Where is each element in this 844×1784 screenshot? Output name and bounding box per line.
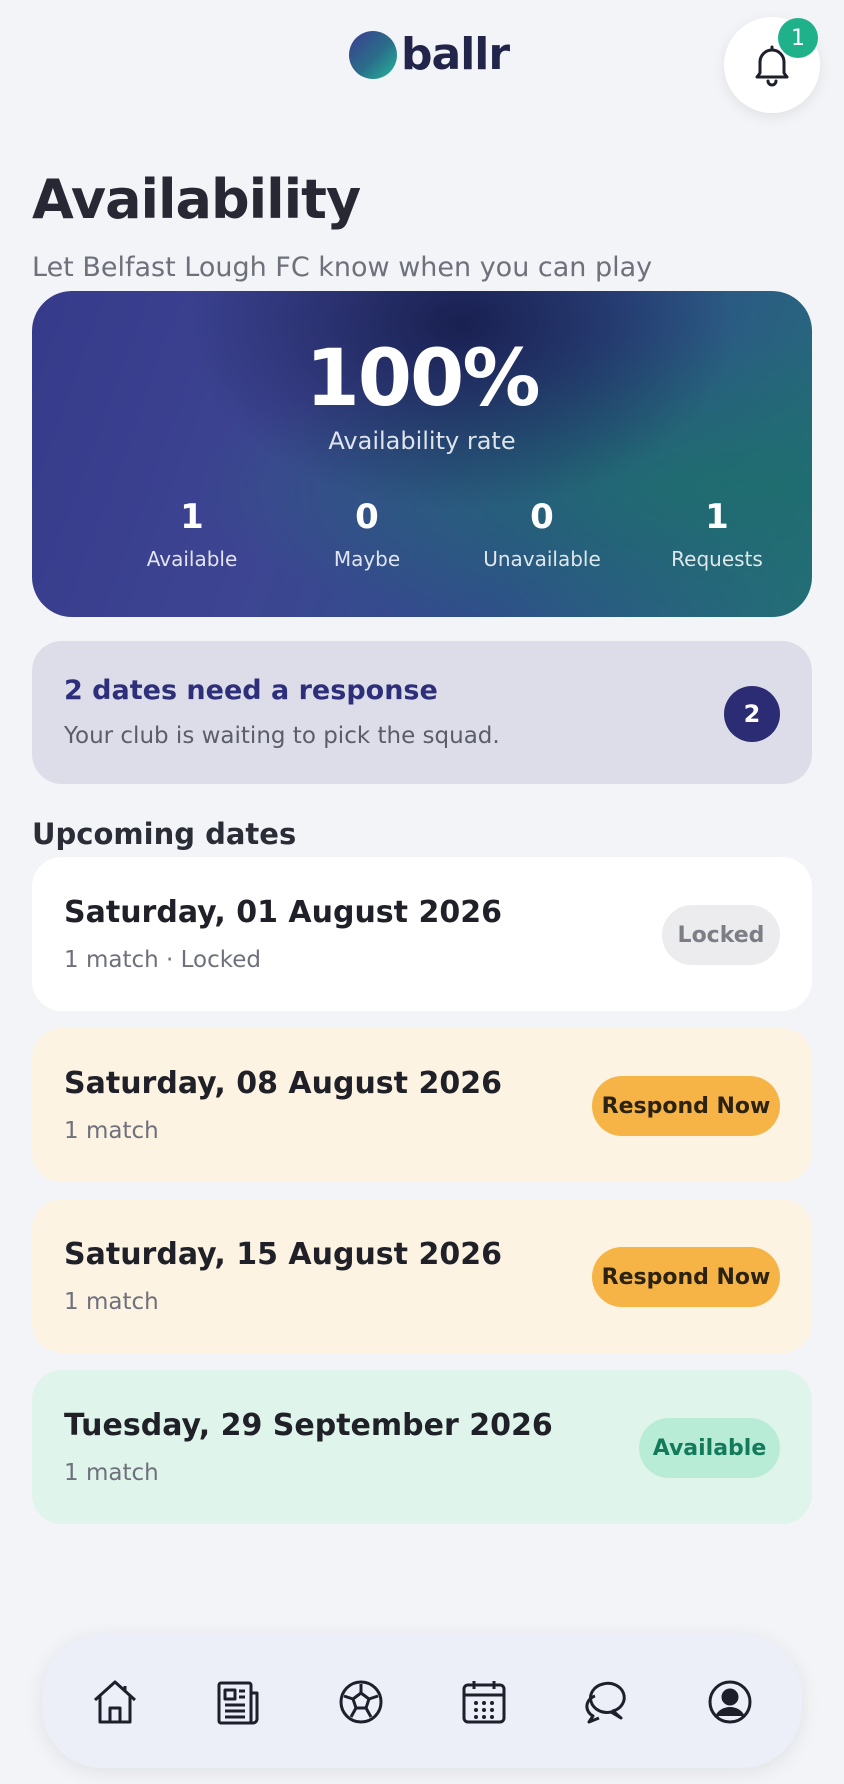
date-title: Saturday, 15 August 2026	[64, 1237, 502, 1272]
date-card-respond[interactable]: Saturday, 15 August 2026 1 match Respond…	[32, 1199, 812, 1353]
needs-response-subtitle: Your club is waiting to pick the squad.	[64, 723, 500, 749]
needs-response-card[interactable]: 2 dates need a response Your club is wai…	[32, 641, 812, 784]
stat-label: Requests	[671, 547, 763, 571]
nav-profile[interactable]	[700, 1672, 760, 1732]
stat-label: Maybe	[333, 547, 401, 571]
availability-rate-value: 100%	[305, 334, 541, 424]
nav-news[interactable]	[208, 1672, 268, 1732]
stat-label: Unavailable	[483, 547, 601, 571]
date-subtitle: 1 match	[64, 1460, 159, 1486]
ballr-logo[interactable]: ballr	[349, 29, 510, 80]
calendar-icon	[462, 1681, 506, 1724]
home-icon	[93, 1680, 137, 1724]
stat-available: 1 Available	[102, 497, 282, 571]
stat-maybe: 0 Maybe	[277, 497, 457, 571]
nav-calendar[interactable]	[454, 1672, 514, 1732]
stat-unavailable: 0 Unavailable	[452, 497, 632, 571]
stat-label: Available	[146, 547, 238, 571]
date-subtitle: 1 match	[64, 1289, 159, 1315]
date-card-respond[interactable]: Saturday, 08 August 2026 1 match Respond…	[32, 1028, 812, 1182]
stat-value: 1	[180, 497, 204, 537]
date-card-available[interactable]: Tuesday, 29 September 2026 1 match Avail…	[32, 1370, 812, 1524]
logo-mark-icon	[349, 31, 397, 79]
stat-value: 0	[530, 497, 554, 537]
status-badge-available: Available	[639, 1418, 780, 1478]
page-title: Availability	[32, 168, 361, 231]
bottom-navigation	[42, 1634, 802, 1768]
date-card-locked[interactable]: Saturday, 01 August 2026 1 match · Locke…	[32, 857, 812, 1011]
upcoming-dates-heading: Upcoming dates	[32, 817, 297, 851]
needs-response-count-badge: 2	[724, 686, 780, 742]
respond-now-button[interactable]: Respond Now	[592, 1247, 780, 1307]
football-icon	[339, 1680, 383, 1724]
stat-requests: 1 Requests	[627, 497, 807, 571]
status-badge-locked: Locked	[662, 905, 780, 965]
stat-value: 1	[705, 497, 729, 537]
news-icon	[217, 1681, 259, 1725]
profile-icon	[708, 1680, 752, 1724]
nav-matches[interactable]	[331, 1672, 391, 1732]
chat-icon	[585, 1681, 626, 1724]
page-subtitle: Let Belfast Lough FC know when you can p…	[32, 252, 653, 283]
app-header: ballr 1	[0, 0, 844, 120]
availability-rate-label: Availability rate	[328, 427, 516, 455]
needs-response-title: 2 dates need a response	[64, 675, 438, 706]
logo-text: ballr	[401, 29, 510, 80]
availability-stats-card: 100% Availability rate 1 Available 0 May…	[32, 291, 812, 617]
nav-home[interactable]	[85, 1672, 145, 1732]
nav-chat[interactable]	[577, 1672, 637, 1732]
date-title: Saturday, 01 August 2026	[64, 895, 502, 930]
date-title: Saturday, 08 August 2026	[64, 1066, 502, 1101]
date-subtitle: 1 match	[64, 1118, 159, 1144]
date-title: Tuesday, 29 September 2026	[64, 1408, 553, 1443]
respond-now-button[interactable]: Respond Now	[592, 1076, 780, 1136]
date-subtitle: 1 match · Locked	[64, 947, 261, 973]
notification-badge: 1	[778, 18, 818, 58]
stat-value: 0	[355, 497, 379, 537]
